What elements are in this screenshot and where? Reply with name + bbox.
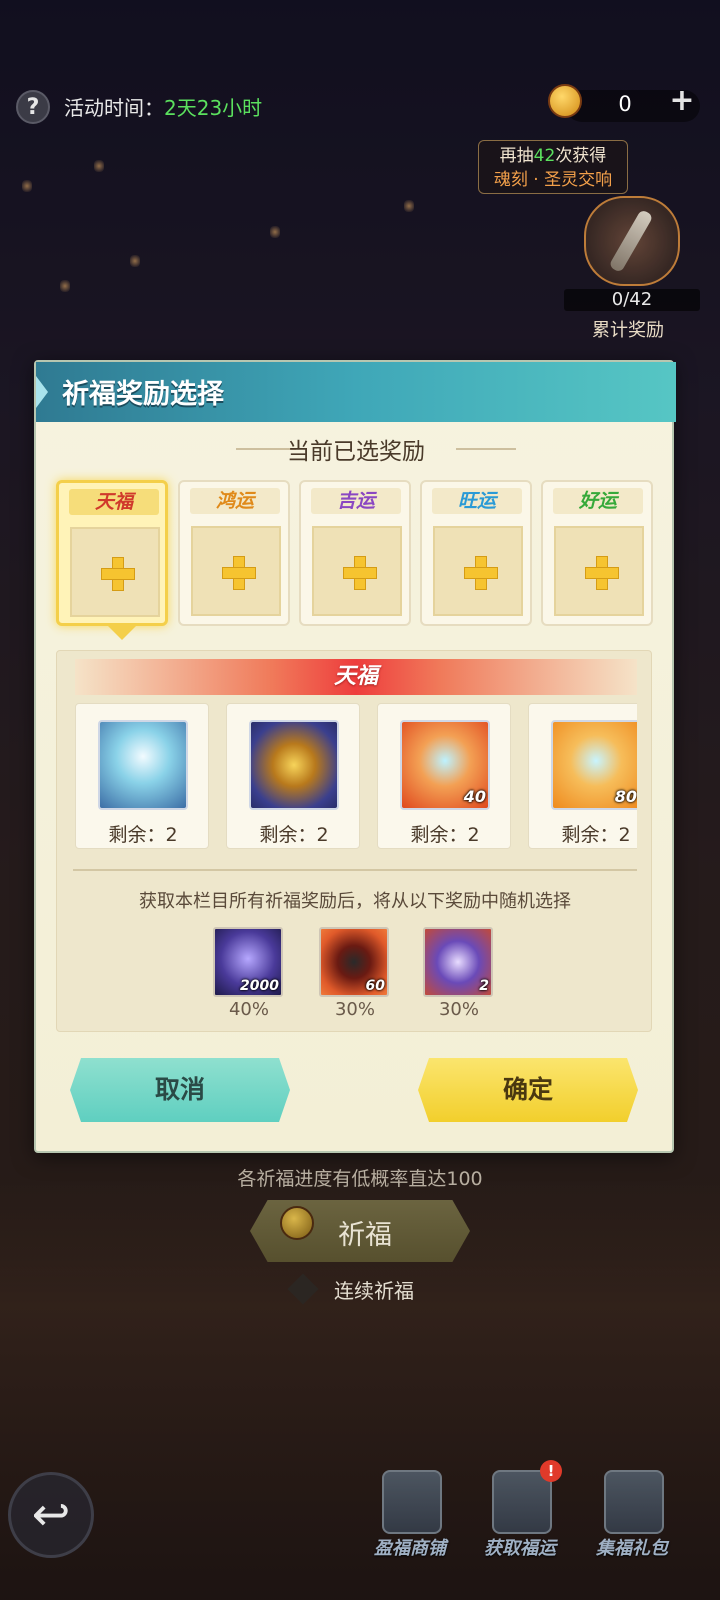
add-currency-button[interactable]: + [668, 86, 696, 116]
slot-label: 好运 [553, 488, 643, 514]
random-reward-note: 获取本栏目所有祈福奖励后，将从以下奖励中随机选择 [139, 891, 571, 912]
draw-reward-tip: 再抽42次获得 魂刻 · 圣灵交响 [478, 140, 628, 194]
golden-treasure-chest-icon [249, 720, 339, 810]
slot-empty-box [554, 526, 644, 616]
crystal-astrolabe-icon: 80 [551, 720, 637, 810]
silver-crown-helmet-icon [98, 720, 188, 810]
rewards-scroll-list[interactable]: 剩余：2 剩余：2 40 剩余：2 80 剩余：2 [75, 703, 637, 855]
draw-tip-count: 42 [533, 146, 556, 166]
random-reward-quantity: 60 [365, 978, 385, 994]
book-icon [492, 1470, 552, 1534]
slot-label: 鸿运 [190, 488, 280, 514]
lantern-decoration [130, 255, 140, 267]
reward-quantity: 40 [463, 787, 486, 806]
blessing-coin-icon [548, 84, 582, 118]
draw-tip-suffix: 次获得 [555, 146, 607, 166]
gift-box-icon [604, 1470, 664, 1534]
currency-count: 0 [618, 92, 632, 116]
plus-icon [585, 556, 619, 590]
slot-empty-box [433, 526, 523, 616]
nav-gift-pack-button[interactable]: 集福礼包 [582, 1466, 682, 1566]
slot-empty-box [312, 526, 402, 616]
slot-label: 旺运 [432, 488, 522, 514]
event-time-value: 2天23小时 [164, 96, 263, 120]
draw-tip-prefix: 再抽 [499, 146, 534, 166]
slot-empty-box [70, 527, 160, 617]
reward-remaining: 剩余：2 [108, 824, 178, 846]
accumulated-reward-label: 累计奖励 [592, 320, 664, 341]
random-reward-probability: 30% [334, 999, 375, 1020]
draw-tip-reward: 魂刻 · 圣灵交响 [493, 170, 613, 190]
purple-star-icon: 2 [423, 927, 493, 997]
cancel-button[interactable]: 取消 [70, 1058, 290, 1122]
nav-label: 盈福商铺 [374, 1538, 446, 1559]
reward-card[interactable]: 40 剩余：2 [377, 703, 511, 849]
lantern-decoration [404, 200, 414, 212]
nav-get-fortune-button[interactable]: ! 获取福运 [470, 1460, 570, 1566]
back-button[interactable]: ↩ [8, 1472, 94, 1558]
reward-selection-modal: 祈福奖励选择 当前已选奖励 天福 鸿运 吉运 旺运 好运 天福 剩余：2 剩余：… [34, 360, 676, 1153]
reward-card[interactable]: 80 剩余：2 [528, 703, 637, 849]
reward-card[interactable]: 剩余：2 [75, 703, 209, 849]
slot-label: 吉运 [311, 488, 401, 514]
slot-wangyun[interactable]: 旺运 [420, 480, 532, 626]
slot-hongyun[interactable]: 鸿运 [178, 480, 290, 626]
lantern-decoration [22, 180, 32, 192]
lantern-decoration [60, 280, 70, 292]
nav-shop-button[interactable]: 盈福商铺 [360, 1466, 460, 1566]
random-reward-item[interactable]: 60 30% [319, 927, 391, 1020]
confirm-button[interactable]: 确定 [418, 1058, 638, 1122]
plus-icon [222, 556, 256, 590]
notification-badge: ! [540, 1460, 562, 1482]
reward-quantity: 80 [614, 787, 637, 806]
slot-tianfu[interactable]: 天福 [56, 480, 168, 626]
modal-header: 祈福奖励选择 [36, 362, 676, 422]
purple-scroll-icon: 2000 [213, 927, 283, 997]
panel-divider [73, 869, 637, 871]
random-reward-probability: 30% [438, 999, 479, 1020]
random-reward-quantity: 2000 [240, 978, 279, 994]
section-divider-right [456, 448, 516, 450]
slot-label: 天福 [69, 489, 159, 515]
slot-jiyun[interactable]: 吉运 [299, 480, 411, 626]
blessing-coin-icon [280, 1206, 314, 1240]
slot-haoyun[interactable]: 好运 [541, 480, 653, 626]
modal-title: 祈福奖励选择 [62, 379, 224, 410]
accumulated-progress: 0/42 [564, 289, 700, 311]
random-reward-item[interactable]: 2 30% [423, 927, 495, 1020]
plus-icon [101, 557, 135, 591]
random-reward-quantity: 2 [479, 978, 489, 994]
reward-remaining: 剩余：2 [410, 824, 480, 846]
continuous-pray-label[interactable]: 连续祈福 [334, 1275, 414, 1304]
reward-card[interactable]: 剩余：2 [226, 703, 360, 849]
slot-empty-box [191, 526, 281, 616]
probability-note: 各祈福进度有低概率直达100 [237, 1168, 483, 1190]
lantern-decoration [270, 226, 280, 238]
event-time-label: 活动时间： [64, 96, 164, 120]
selected-slot-pointer [108, 626, 136, 640]
crystal-astrolabe-icon: 40 [400, 720, 490, 810]
random-reward-probability: 40% [228, 999, 269, 1020]
nav-label: 获取福运 [484, 1538, 556, 1559]
plus-icon [464, 556, 498, 590]
reward-remaining: 剩余：2 [561, 824, 631, 846]
pray-button-label: 祈福 [338, 1220, 392, 1251]
help-button[interactable]: ? [16, 90, 50, 124]
reward-remaining: 剩余：2 [259, 824, 329, 846]
header-arrow-icon [36, 376, 48, 408]
plus-icon [343, 556, 377, 590]
event-time: 活动时间：2天23小时 [64, 92, 262, 121]
red-bomb-icon: 60 [319, 927, 389, 997]
scepter-reward-icon[interactable] [584, 196, 680, 286]
reward-panel: 天福 剩余：2 剩余：2 40 剩余：2 80 剩余：2 获取本栏目所有祈福奖励… [56, 650, 652, 1032]
lantern-decoration [94, 160, 104, 172]
tier-banner: 天福 [75, 659, 637, 695]
random-reward-item[interactable]: 2000 40% [213, 927, 285, 1020]
shop-icon [382, 1470, 442, 1534]
nav-label: 集福礼包 [596, 1538, 668, 1559]
section-title: 当前已选奖励 [287, 439, 425, 465]
